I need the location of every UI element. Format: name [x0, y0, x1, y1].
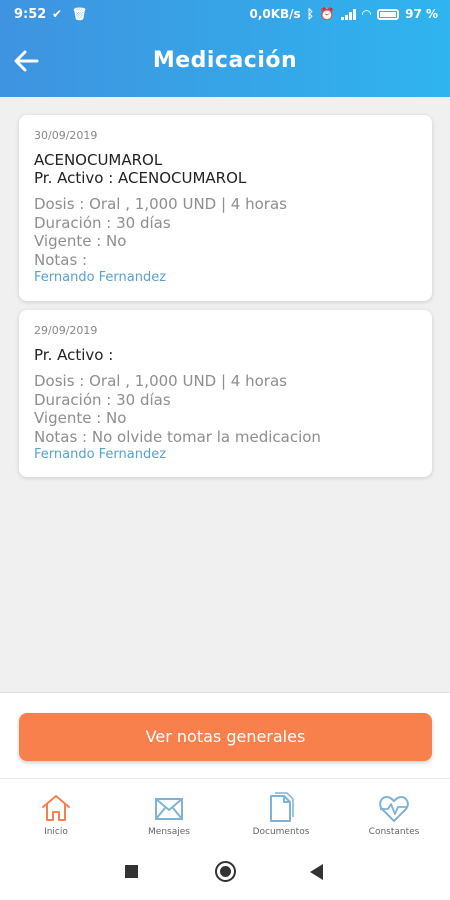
bottom-tab-bar: Inicio Mensajes Documentos Constantes — [0, 778, 450, 846]
medication-vigente: Vigente : No — [34, 409, 127, 427]
medication-duracion: Duración : 30 días — [34, 390, 171, 409]
heartbeat-icon — [379, 796, 409, 822]
alarm-icon: ⏰ — [319, 7, 335, 21]
network-speed: 0,0KB/s — [249, 7, 301, 21]
status-right: 0,0KB/s ᛒ ⏰ ◠ 97 % — [249, 7, 438, 21]
tab-constantes[interactable]: Constantes — [338, 779, 450, 847]
tab-label: Inicio — [44, 827, 68, 837]
general-notes-button[interactable]: Ver notas generales — [19, 713, 432, 761]
medication-notas: Notas : — [34, 250, 88, 269]
medication-active-principle: Pr. Activo : ACENOCUMAROL — [34, 169, 247, 187]
home-icon — [42, 795, 70, 821]
status-bar: 9:52 ✔ 🗑 0,0KB/s ᛒ ⏰ ◠ 97 % — [0, 0, 450, 30]
tab-inicio[interactable]: Inicio — [0, 779, 112, 847]
tab-label: Constantes — [368, 827, 420, 837]
medication-name: ACENOCUMAROL — [34, 151, 163, 169]
medication-notas: Notas : No olvide tomar la medicacion — [34, 427, 321, 446]
medication-date: 30/09/2019 — [34, 129, 98, 142]
battery-level: 97 % — [405, 7, 438, 21]
home-button[interactable] — [215, 861, 236, 882]
medication-dosis: Dosis : Oral , 1,000 UND | 4 horas — [34, 372, 287, 390]
medication-doctor: Fernando Fernandez — [34, 447, 167, 462]
trash-icon: 🗑 — [72, 7, 88, 21]
battery-icon — [377, 8, 400, 20]
system-nav-bar — [0, 846, 450, 900]
medication-active-principle: Pr. Activo : — [34, 346, 114, 364]
status-time: 9:52 — [14, 7, 47, 22]
medication-card[interactable]: 29/09/2019 Pr. Activo : Dosis : Oral , 1… — [19, 310, 432, 477]
wifi-icon: ◠ — [361, 7, 372, 21]
recents-button[interactable] — [125, 865, 138, 878]
bluetooth-icon: ᛒ — [306, 7, 314, 21]
page-title: Medicación — [152, 48, 298, 73]
tab-documentos[interactable]: Documentos — [225, 779, 337, 847]
medication-date: 29/09/2019 — [34, 324, 98, 337]
medication-card[interactable]: 30/09/2019 ACENOCUMAROL Pr. Activo : ACE… — [19, 115, 432, 301]
title-bar: Medicación — [0, 30, 450, 97]
system-back-button[interactable] — [310, 864, 323, 880]
envelope-icon — [155, 798, 183, 820]
signal-icon — [340, 8, 356, 20]
medication-vigente: Vigente : No — [34, 232, 127, 250]
tab-label: Mensajes — [148, 827, 190, 837]
tab-mensajes[interactable]: Mensajes — [113, 779, 225, 847]
medication-doctor: Fernando Fernandez — [34, 270, 167, 285]
action-area: Ver notas generales — [0, 692, 450, 778]
app-header: 9:52 ✔ 🗑 0,0KB/s ᛒ ⏰ ◠ 97 % Medicación — [0, 0, 450, 97]
check-circle-icon: ✔ — [52, 7, 63, 21]
document-icon — [270, 792, 294, 822]
medication-dosis: Dosis : Oral , 1,000 UND | 4 horas — [34, 195, 287, 213]
medication-duracion: Duración : 30 días — [34, 213, 171, 232]
tab-label: Documentos — [252, 827, 310, 837]
